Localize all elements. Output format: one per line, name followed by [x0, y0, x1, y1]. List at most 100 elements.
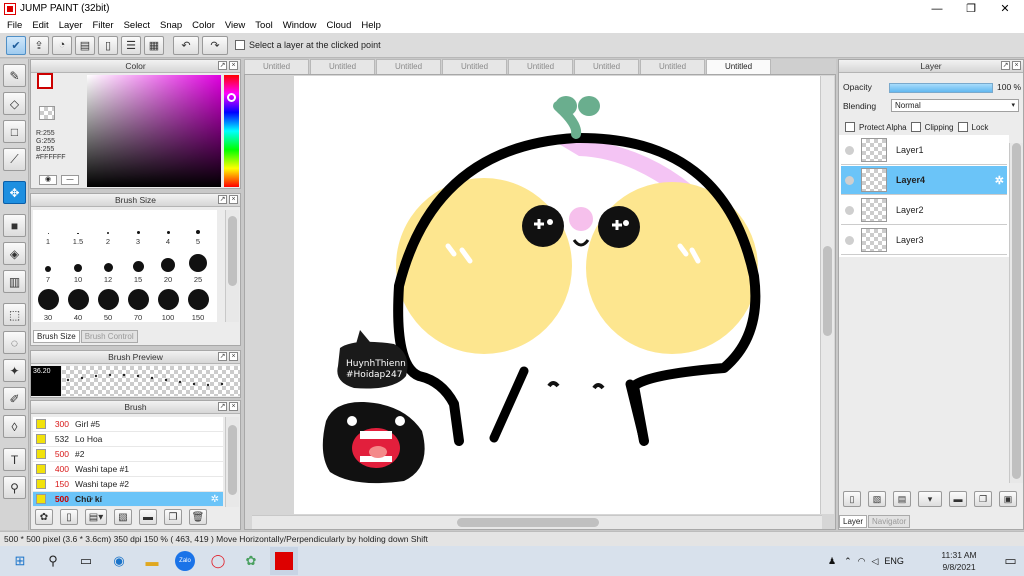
menu-view[interactable]: View — [220, 20, 250, 31]
layer-duplicate-icon[interactable]: ❐ — [974, 491, 992, 507]
gradient-tool-icon[interactable]: ▥ — [3, 270, 26, 293]
tab-untitled[interactable]: Untitled — [442, 59, 507, 74]
people-icon[interactable]: ♟ — [828, 556, 836, 567]
edge-browser-icon[interactable]: ◉ — [105, 547, 133, 575]
brush-size-cell[interactable]: 4 — [153, 210, 183, 246]
brush-list-item[interactable]: 400 Washi tape #1 — [33, 462, 223, 477]
protect-alpha-checkbox[interactable] — [845, 122, 855, 132]
panel-close-icon[interactable]: × — [229, 352, 238, 361]
chevron-up-icon[interactable]: ⌃ — [844, 556, 852, 567]
scroll-thumb[interactable] — [823, 246, 832, 336]
scroll-thumb[interactable] — [228, 216, 237, 286]
layer-visibility-icon[interactable] — [845, 205, 854, 215]
menu-window[interactable]: Window — [278, 20, 322, 31]
notification-icon[interactable]: ▭ — [997, 547, 1024, 575]
panel-float-icon[interactable]: ↗ — [218, 352, 227, 361]
layer-row[interactable]: Layer3 — [841, 226, 1007, 255]
check-icon[interactable]: ✔ — [6, 35, 26, 55]
gear-icon[interactable]: ✲ — [995, 174, 1004, 187]
brush-size-scrollbar[interactable] — [225, 210, 239, 322]
tab-brush-control[interactable]: Brush Control — [80, 330, 138, 343]
menu-snap[interactable]: Snap — [155, 20, 187, 31]
undo-icon[interactable]: ↶ — [173, 35, 199, 55]
close-button[interactable]: ✕ — [988, 0, 1022, 17]
share-icon[interactable]: ⇪ — [29, 35, 49, 55]
opacity-slider[interactable] — [889, 83, 993, 93]
tab-untitled[interactable]: Untitled — [640, 59, 705, 74]
brush-size-cell[interactable]: 70 — [123, 286, 153, 322]
color-minimize-icon[interactable]: — — [61, 175, 79, 185]
hue-slider[interactable] — [224, 75, 239, 187]
brush-shape-icon[interactable]: ✿ — [35, 509, 53, 525]
message-icon[interactable]: ▤ — [75, 35, 95, 55]
file-explorer-icon[interactable]: ▬ — [138, 547, 166, 575]
tab-untitled-active[interactable]: Untitled — [706, 59, 771, 74]
canvas-vertical-scrollbar[interactable] — [820, 76, 834, 514]
brush-size-cell[interactable]: 30 — [33, 286, 63, 322]
panel-float-icon[interactable]: ↗ — [218, 402, 227, 411]
panel-close-icon[interactable]: × — [229, 195, 238, 204]
blending-select[interactable]: Normal ▾ — [891, 99, 1019, 112]
brush-settings-icon[interactable]: ▧ — [114, 509, 132, 525]
comment-icon[interactable]: ◔ — [52, 35, 72, 55]
brush-size-cell[interactable]: 1 — [33, 210, 63, 246]
eraser-tool-icon[interactable]: ◇ — [3, 92, 26, 115]
list-icon[interactable]: ☰ — [121, 35, 141, 55]
volume-icon[interactable]: ◁ — [871, 556, 878, 567]
brush-list-item[interactable]: 500 #2 — [33, 447, 223, 462]
tab-untitled[interactable]: Untitled — [244, 59, 309, 74]
wifi-icon[interactable]: ◠ — [858, 556, 866, 567]
brush-copy-icon[interactable]: ❐ — [164, 509, 182, 525]
redo-icon[interactable]: ↷ — [202, 35, 228, 55]
panel-float-icon[interactable]: ↗ — [1001, 61, 1010, 70]
brush-size-cell[interactable]: 7 — [33, 248, 63, 284]
new-halftone-layer-icon[interactable]: ▤ — [893, 491, 911, 507]
brush-size-cell[interactable]: 5 — [183, 210, 213, 246]
brush-size-cell[interactable]: 40 — [63, 286, 93, 322]
lock-checkbox[interactable] — [957, 122, 968, 132]
select-lasso-icon[interactable]: ◌ — [3, 331, 26, 354]
layer-merge-icon[interactable]: ▣ — [999, 491, 1017, 507]
scroll-thumb[interactable] — [1012, 143, 1021, 479]
tab-layer[interactable]: Layer — [839, 515, 868, 528]
brush-size-cell[interactable]: 2 — [93, 210, 123, 246]
menu-select[interactable]: Select — [119, 20, 155, 31]
text-tool-icon[interactable]: T — [3, 448, 26, 471]
shape-tool-icon[interactable]: □ — [3, 120, 26, 143]
move-tool-icon[interactable]: ✥ — [3, 181, 26, 204]
scroll-thumb[interactable] — [457, 518, 599, 527]
minimize-button[interactable]: — — [920, 0, 954, 17]
select-eraser-icon[interactable]: ◊ — [3, 415, 26, 438]
lasso-brush-icon[interactable]: ⟋ — [3, 148, 26, 171]
jump-paint-taskbar-icon[interactable] — [270, 547, 298, 575]
eyedropper-tool-icon[interactable]: ⚲ — [3, 476, 26, 499]
search-icon[interactable]: ⚲ — [39, 547, 67, 575]
layer-menu-icon[interactable]: ▾ — [918, 491, 942, 507]
trash-icon[interactable]: 🗑 — [189, 509, 207, 525]
language-indicator[interactable]: ENG — [884, 556, 904, 566]
brush-folder-icon[interactable]: ▬ — [139, 509, 157, 525]
brush-list-scrollbar[interactable] — [225, 417, 239, 507]
fill-rect-icon[interactable]: ■ — [3, 214, 26, 237]
clock[interactable]: 11:31 AM 9/8/2021 — [932, 549, 986, 573]
transparent-color-swatch[interactable] — [39, 106, 55, 120]
magic-wand-icon[interactable]: ✦ — [3, 359, 26, 382]
layer-row[interactable]: Layer2 — [841, 196, 1007, 225]
select-layer-checkbox[interactable] — [235, 40, 245, 50]
menu-file[interactable]: File — [2, 20, 27, 31]
layer-folder-icon[interactable]: ▬ — [949, 491, 967, 507]
brush-size-cell[interactable]: 1.5 — [63, 210, 93, 246]
tab-untitled[interactable]: Untitled — [376, 59, 441, 74]
menu-color[interactable]: Color — [187, 20, 220, 31]
panel-close-icon[interactable]: × — [229, 402, 238, 411]
menu-help[interactable]: Help — [356, 20, 386, 31]
document-icon[interactable]: ▯ — [98, 35, 118, 55]
brush-list-item[interactable]: 532 Lo Hoa — [33, 432, 223, 447]
new-layer-icon[interactable]: ▯ — [843, 491, 861, 507]
tab-untitled[interactable]: Untitled — [310, 59, 375, 74]
brush-size-cell[interactable]: 100 — [153, 286, 183, 322]
drawing-canvas[interactable]: HuynhThienn #Hoidap247 — [294, 76, 820, 514]
paint-app-icon[interactable]: ✿ — [237, 547, 265, 575]
panel-close-icon[interactable]: × — [229, 61, 238, 70]
tab-navigator[interactable]: Navigator — [868, 515, 911, 528]
